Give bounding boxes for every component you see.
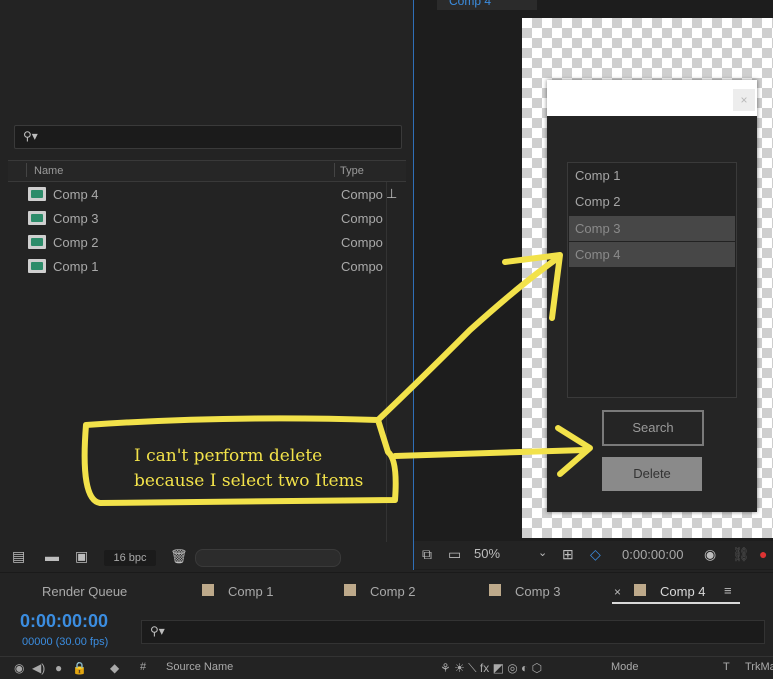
annotation-note: I can't perform delete because I select … <box>134 446 364 491</box>
annotation-overlay <box>81 252 593 506</box>
annotation-arrow-delete <box>392 447 588 459</box>
annotation-arrow-list <box>375 257 558 423</box>
